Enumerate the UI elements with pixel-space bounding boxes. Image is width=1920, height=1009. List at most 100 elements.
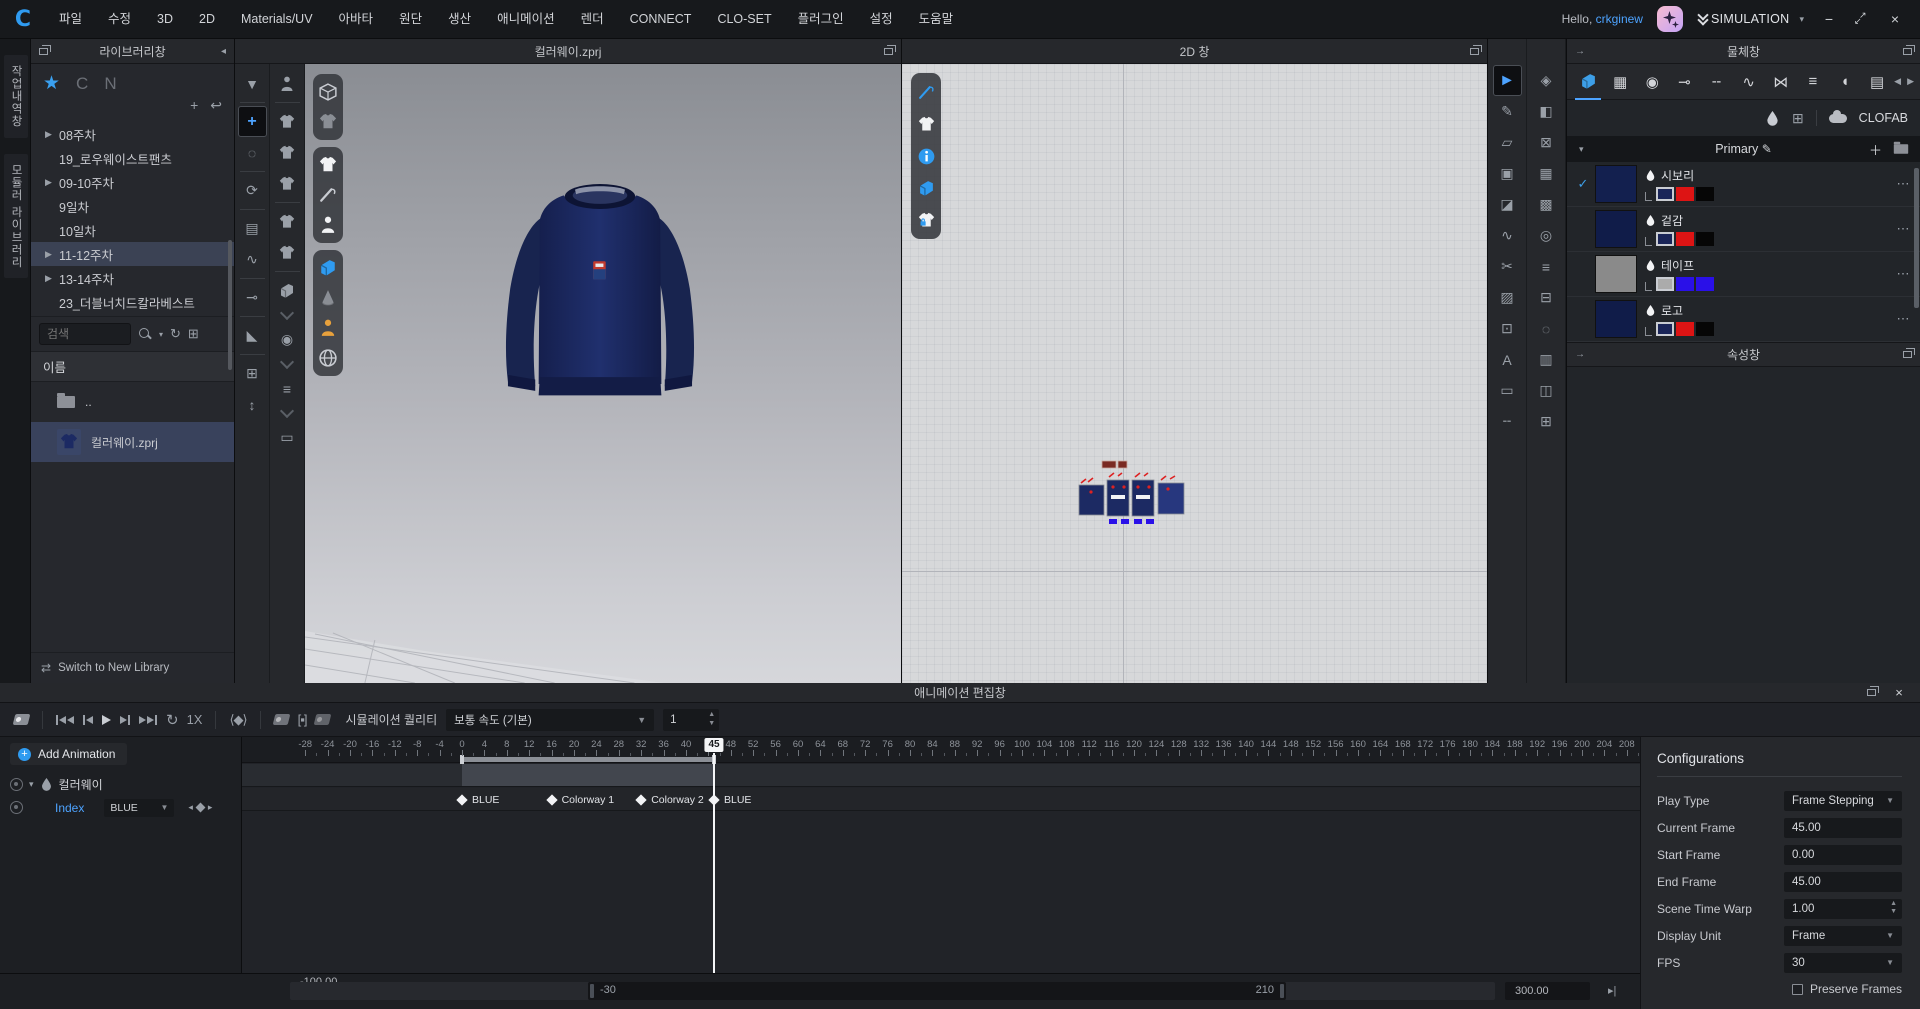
- fabric-swatch[interactable]: [1595, 255, 1637, 293]
- library-tree-item[interactable]: ▶08주차: [31, 122, 234, 146]
- active-colorway-check-icon[interactable]: ✓: [1571, 176, 1595, 192]
- track-name[interactable]: Index: [55, 801, 84, 815]
- menu-item[interactable]: 3D: [144, 0, 186, 39]
- record-track-icon[interactable]: [314, 714, 332, 725]
- speed-multiplier[interactable]: 1X: [187, 712, 203, 727]
- edit-texture-icon[interactable]: ◈: [1532, 65, 1561, 96]
- fabric-check-icon[interactable]: [273, 275, 302, 306]
- circle-tool-icon[interactable]: ◌: [1532, 313, 1561, 344]
- menu-item[interactable]: 설정: [857, 0, 906, 39]
- measure-2d-icon[interactable]: ⊞: [1532, 406, 1561, 437]
- keyframe[interactable]: Colorway 1: [548, 794, 615, 806]
- library-tree-item[interactable]: ▶13-14주차: [31, 266, 234, 290]
- expand-panel-icon[interactable]: →: [1575, 46, 1585, 57]
- color-swatch[interactable]: [1696, 232, 1714, 246]
- colorway-drop-icon[interactable]: [1765, 111, 1780, 126]
- trace-icon[interactable]: ▣: [1493, 158, 1522, 189]
- edit-pattern-icon[interactable]: ✎: [1493, 96, 1522, 127]
- colorway-track-lane[interactable]: [242, 764, 1640, 787]
- config-start-frame-control[interactable]: 0.00: [1784, 845, 1902, 865]
- minimize-button[interactable]: −: [1818, 11, 1840, 27]
- track-visibility-icon[interactable]: [10, 778, 23, 791]
- show-cone-icon[interactable]: [313, 285, 343, 311]
- measure-icon[interactable]: ↕: [238, 389, 267, 420]
- greeting[interactable]: Hello, crkginew: [1562, 12, 1643, 26]
- grading-icon[interactable]: ╌: [1493, 406, 1522, 437]
- graphic-tab-icon[interactable]: ▦: [1605, 67, 1635, 97]
- range-slider-thumb[interactable]: -30 210: [588, 982, 1286, 1000]
- library-tree-item[interactable]: 19_로우웨이스트팬츠: [31, 146, 234, 170]
- lock-pattern-icon[interactable]: [911, 207, 941, 233]
- keyframe-range-icon[interactable]: ⟨◆⟩: [229, 712, 246, 728]
- menu-item[interactable]: 생산: [435, 0, 484, 39]
- spinner-arrows-icon[interactable]: ▲▼: [1890, 900, 1897, 916]
- config-play-type-control[interactable]: Frame Stepping▼: [1784, 791, 1902, 811]
- select-lasso-icon[interactable]: ◌: [238, 137, 267, 168]
- float-window-icon[interactable]: [1867, 689, 1876, 696]
- menu-item[interactable]: 도움말: [906, 0, 967, 39]
- back-icon[interactable]: ↩: [210, 97, 222, 114]
- show-avatar-icon[interactable]: [313, 212, 343, 238]
- clofab-label[interactable]: CLOFAB: [1859, 111, 1908, 125]
- track-value-select[interactable]: BLUE▼: [104, 799, 174, 817]
- garment-style-icon[interactable]: [313, 109, 343, 135]
- search-icon[interactable]: [138, 327, 152, 341]
- zipper-tool-icon[interactable]: ≡: [273, 373, 302, 404]
- expand-arrow-icon[interactable]: ▶: [45, 129, 59, 140]
- menu-item[interactable]: 아바타: [326, 0, 387, 39]
- fold-arrangement-icon[interactable]: ◣: [238, 320, 267, 351]
- color-swatch[interactable]: [1656, 232, 1674, 246]
- name-column-header[interactable]: 이름: [31, 351, 234, 382]
- keyframe-diamond-icon[interactable]: [636, 794, 647, 805]
- buttonhole-tab-icon[interactable]: ⊸: [1669, 67, 1699, 97]
- library-tree-item[interactable]: 23_더블너치드칼라베스트: [31, 290, 234, 314]
- track-group-row[interactable]: ▾ 컬러웨이: [0, 773, 241, 796]
- step-size-spinner[interactable]: 1▲▼: [663, 709, 719, 731]
- ruler-icon[interactable]: ▭: [1493, 375, 1522, 406]
- polygon-pattern-icon[interactable]: ▱: [1493, 127, 1522, 158]
- down[interactable]: ▼: [1890, 908, 1897, 916]
- keyframe[interactable]: BLUE: [710, 794, 751, 806]
- next-frame-button[interactable]: [120, 715, 130, 725]
- keyframe[interactable]: Colorway 2: [637, 794, 704, 806]
- simulation-quality-select[interactable]: 보통 속도 (기본)▼: [446, 709, 654, 731]
- grid-icon[interactable]: ▦: [1532, 158, 1561, 189]
- retopology-icon[interactable]: [273, 137, 302, 168]
- search-options-arrow-icon[interactable]: ▾: [159, 330, 163, 339]
- library-file-item[interactable]: 컬러웨이.zprj: [31, 422, 234, 462]
- search-input[interactable]: [39, 323, 131, 345]
- tab-scroll-arrows[interactable]: ◀▶: [1894, 76, 1914, 87]
- show-garment-2d-icon[interactable]: [911, 111, 941, 137]
- playhead-line[interactable]: [713, 753, 715, 973]
- close-button[interactable]: ×: [1884, 11, 1906, 27]
- scroll-left-icon[interactable]: ◀: [1894, 76, 1901, 87]
- add-animation-button[interactable]: + Add Animation: [10, 743, 127, 765]
- color-swatch[interactable]: [1676, 232, 1694, 246]
- colorway-row[interactable]: ✓시보리⋯: [1567, 162, 1920, 207]
- texture-editor-icon[interactable]: ▨: [1493, 282, 1522, 313]
- expand-arrow-icon[interactable]: ▶: [45, 249, 59, 260]
- expand-panel-icon[interactable]: →: [1575, 349, 1585, 360]
- scroll-right-icon[interactable]: ▶: [1907, 76, 1914, 87]
- timeline[interactable]: -28-24-20-16-12-8-4048121620242832364048…: [242, 737, 1640, 973]
- connect-library-icon[interactable]: N: [104, 74, 116, 94]
- range-slider-groove[interactable]: -30 210: [290, 982, 1495, 1000]
- keyframe-navigation[interactable]: ◂▸: [188, 802, 212, 813]
- fit-check-icon[interactable]: [273, 206, 302, 237]
- color-swatch[interactable]: [1676, 322, 1694, 336]
- library-tree-item[interactable]: 10일차: [31, 218, 234, 242]
- pattern-pieces[interactable]: [1078, 459, 1194, 545]
- mesh-icon[interactable]: ⊞: [238, 358, 267, 389]
- menu-item[interactable]: Materials/UV: [228, 0, 326, 39]
- button-tab-icon[interactable]: ◉: [1637, 67, 1667, 97]
- rename-icon[interactable]: ✎: [1762, 142, 1772, 156]
- topstitch-tab-icon[interactable]: ╌: [1701, 67, 1731, 97]
- free-sewing-icon[interactable]: ∿: [238, 244, 267, 275]
- collapse-track-icon[interactable]: ▾: [29, 779, 34, 790]
- fabric-transform-icon[interactable]: ⊠: [1532, 127, 1561, 158]
- dock-tab[interactable]: 작업내역창: [4, 55, 28, 138]
- fabric-swatch[interactable]: [1595, 165, 1637, 203]
- playhead-frame-badge[interactable]: 45: [704, 738, 723, 752]
- mode-dropdown-arrow-icon[interactable]: ▾: [1799, 14, 1804, 25]
- annotation-icon[interactable]: A: [1493, 344, 1522, 375]
